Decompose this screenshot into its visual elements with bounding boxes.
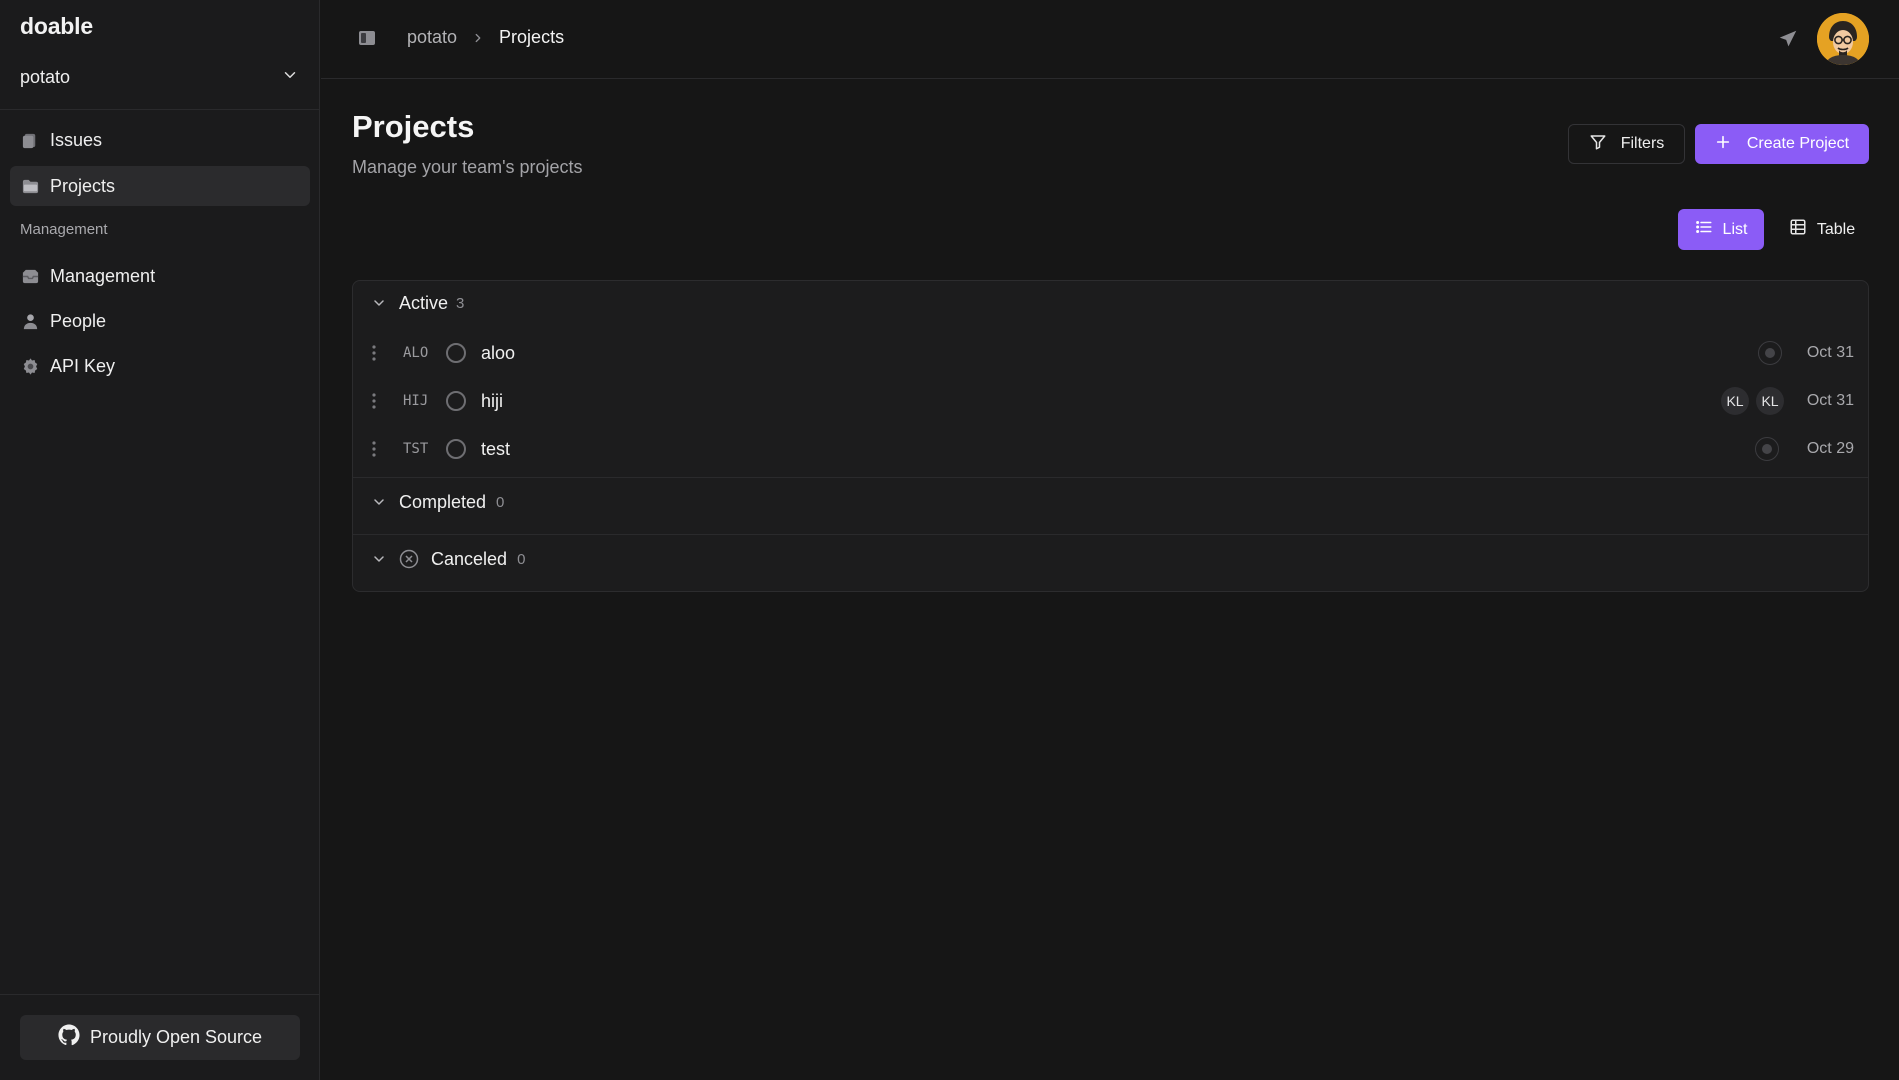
folder-icon	[20, 176, 40, 196]
group-count: 0	[517, 550, 526, 568]
view-list-button[interactable]: List	[1678, 209, 1764, 250]
table-icon	[1789, 218, 1807, 241]
project-name: aloo	[481, 342, 516, 363]
member-avatar[interactable]: KL	[1721, 387, 1749, 415]
chevron-right-icon	[471, 31, 485, 45]
inbox-icon	[20, 266, 40, 286]
sidebar-item-api-key[interactable]: API Key	[10, 346, 310, 386]
plus-icon	[1715, 134, 1731, 155]
sidebar-item-label: Management	[50, 265, 156, 286]
page-subtitle: Manage your team's projects	[352, 157, 583, 177]
open-source-button[interactable]: Proudly Open Source	[20, 1015, 300, 1060]
filters-label: Filters	[1620, 135, 1665, 152]
group-header-canceled[interactable]: Canceled 0	[353, 537, 1868, 581]
sidebar-item-label: Projects	[50, 175, 116, 196]
chevron-down-icon	[371, 551, 387, 567]
section-label-management: Management	[20, 221, 108, 238]
person-icon	[20, 311, 40, 331]
sidebar-footer-divider	[0, 994, 319, 995]
open-source-label: Proudly Open Source	[89, 1027, 263, 1047]
chevron-down-icon	[281, 66, 299, 89]
issues-icon	[20, 130, 40, 150]
brand-logo: doable	[20, 13, 93, 39]
sidebar-item-label: Issues	[50, 129, 103, 150]
lead-placeholder-icon[interactable]	[1755, 437, 1779, 461]
lead-placeholder-icon[interactable]	[1758, 341, 1782, 365]
project-date: Oct 31	[1806, 344, 1854, 361]
project-name: hiji	[481, 390, 504, 411]
group-title: Canceled	[431, 548, 508, 569]
project-key: TST	[403, 441, 429, 457]
chevron-down-icon	[371, 494, 387, 510]
project-row[interactable]: TST test Oct 29	[353, 426, 1868, 472]
member-avatar[interactable]: KL	[1756, 387, 1784, 415]
sidebar-item-issues[interactable]: Issues	[10, 120, 310, 160]
gear-icon	[20, 356, 40, 376]
sidebar-item-projects[interactable]: Projects	[10, 166, 310, 206]
project-row[interactable]: ALO aloo Oct 31	[353, 330, 1868, 376]
group-title: Active	[399, 292, 449, 313]
drag-handle-icon[interactable]	[369, 439, 379, 459]
breadcrumb: potato Projects	[407, 27, 564, 48]
github-icon	[58, 1024, 80, 1051]
create-project-label: Create Project	[1746, 135, 1850, 152]
group-divider	[353, 534, 1868, 535]
view-table-label: Table	[1816, 220, 1856, 238]
sidebar-item-management[interactable]: Management	[10, 256, 310, 296]
sidebar-toggle-icon[interactable]	[357, 28, 377, 48]
group-title: Completed	[399, 491, 487, 512]
workspace-switcher[interactable]: potato	[20, 62, 299, 92]
list-icon	[1695, 218, 1713, 241]
sidebar-item-label: People	[50, 310, 107, 331]
sidebar-divider	[0, 109, 319, 110]
project-key: HIJ	[403, 393, 429, 409]
drag-handle-icon[interactable]	[369, 391, 379, 411]
status-circle-icon[interactable]	[446, 391, 466, 411]
drag-handle-icon[interactable]	[369, 343, 379, 363]
avatar[interactable]	[1817, 13, 1869, 65]
project-date: Oct 29	[1806, 440, 1854, 457]
project-name: test	[481, 438, 511, 459]
create-project-button[interactable]: Create Project	[1695, 124, 1869, 164]
projects-panel: Active 3 ALO aloo Oct 31 HIJ hiji KL KL …	[352, 280, 1869, 592]
group-count: 0	[496, 493, 505, 511]
filters-button[interactable]: Filters	[1568, 124, 1685, 164]
send-icon[interactable]	[1777, 28, 1799, 50]
project-date: Oct 31	[1806, 392, 1854, 409]
status-circle-icon[interactable]	[446, 343, 466, 363]
page-title: Projects	[352, 109, 475, 144]
breadcrumb-current: Projects	[499, 27, 565, 47]
project-key: ALO	[403, 345, 429, 361]
chevron-down-icon	[371, 295, 387, 311]
view-table-button[interactable]: Table	[1775, 209, 1869, 250]
project-row[interactable]: HIJ hiji KL KL Oct 31	[353, 378, 1868, 424]
status-circle-icon[interactable]	[446, 439, 466, 459]
sidebar-item-people[interactable]: People	[10, 301, 310, 341]
group-header-active[interactable]: Active 3	[353, 281, 1868, 325]
top-bar: potato Projects	[321, 0, 1899, 79]
canceled-status-icon	[399, 549, 419, 569]
breadcrumb-workspace[interactable]: potato	[407, 27, 457, 48]
group-divider	[353, 477, 1868, 478]
group-count: 3	[456, 294, 465, 312]
sidebar-item-label: API Key	[50, 355, 116, 376]
sidebar: doable potato Issues Projects Management…	[0, 0, 320, 1080]
filter-icon	[1589, 133, 1607, 156]
group-header-completed[interactable]: Completed 0	[353, 480, 1868, 524]
view-list-label: List	[1722, 220, 1748, 238]
workspace-name: potato	[20, 66, 71, 87]
